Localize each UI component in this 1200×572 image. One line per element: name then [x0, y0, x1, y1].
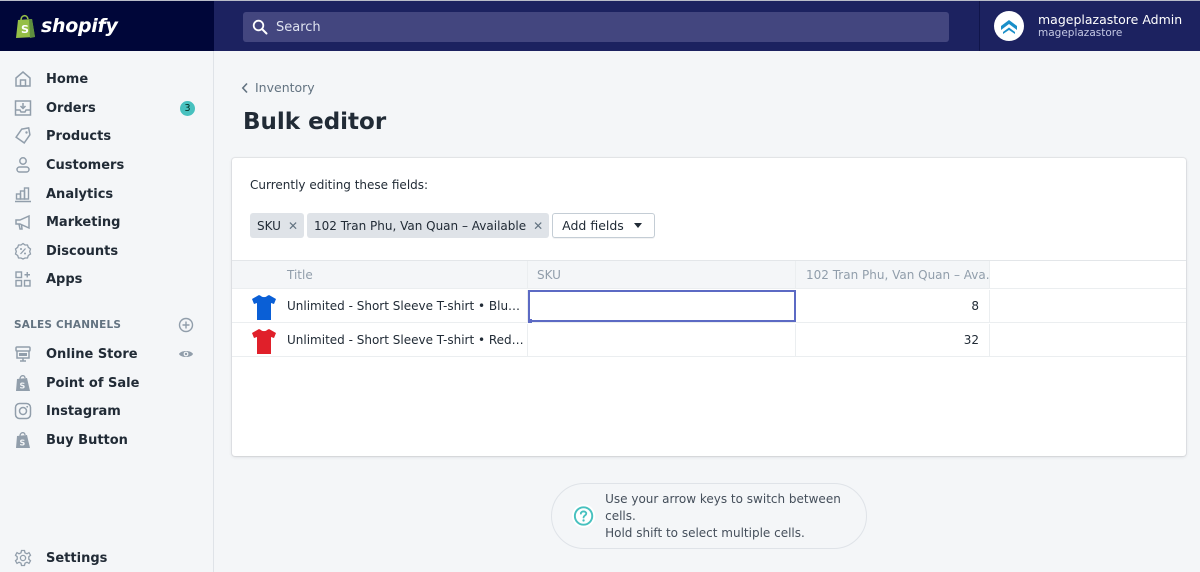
- table-row: Unlimited - Short Sleeve T-shirt • Red •…: [232, 324, 1186, 357]
- available-cell[interactable]: 32: [796, 324, 990, 356]
- breadcrumb-label: Inventory: [255, 80, 315, 95]
- field-tag-label: 102 Tran Phu, Van Quan – Available: [314, 218, 527, 233]
- sidebar-item-label: Apps: [46, 271, 83, 287]
- sales-channels-heading: SALES CHANNELS: [14, 319, 122, 331]
- discount-icon: [13, 241, 33, 261]
- sidebar-item-label: Discounts: [46, 243, 119, 259]
- selection-fill-handle[interactable]: [528, 319, 532, 323]
- svg-text:S: S: [21, 23, 29, 36]
- mageplaza-logo-icon: [1001, 20, 1017, 34]
- sidebar-item-label: Orders: [46, 100, 96, 116]
- shopify-bag-icon: S: [13, 430, 33, 450]
- field-tag-location-available: 102 Tran Phu, Van Quan – Available ✕: [307, 213, 550, 238]
- store-name: mageplazastore: [1038, 27, 1123, 39]
- user-menu[interactable]: mageplazastore Admin mageplazastore: [979, 1, 1200, 51]
- sidebar-item-label: Instagram: [46, 403, 121, 419]
- sidebar-item-point-of-sale[interactable]: S Point of Sale: [0, 369, 213, 397]
- shopify-bag-icon: S: [16, 14, 35, 38]
- sidebar-item-label: Home: [46, 71, 89, 87]
- sidebar-item-customers[interactable]: Customers: [0, 151, 213, 179]
- field-tags: SKU ✕ 102 Tran Phu, Van Quan – Available…: [250, 213, 655, 238]
- bulk-editor-card: Currently editing these fields: SKU ✕ 10…: [232, 158, 1186, 456]
- apps-icon: [13, 269, 33, 289]
- sidebar-item-analytics[interactable]: Analytics: [0, 180, 213, 208]
- sidebar-item-buy-button[interactable]: S Buy Button: [0, 426, 213, 454]
- orders-count-badge: 3: [180, 100, 195, 116]
- chevron-left-icon: [241, 82, 248, 93]
- sidebar-item-discounts[interactable]: Discounts: [0, 237, 213, 265]
- sidebar-item-settings[interactable]: Settings: [0, 544, 213, 572]
- question-circle-icon: [571, 504, 596, 528]
- sidebar-item-label: Point of Sale: [46, 375, 140, 391]
- sidebar-item-label: Marketing: [46, 214, 121, 230]
- page-title: Bulk editor: [243, 109, 387, 135]
- sidebar-item-home[interactable]: Home: [0, 65, 213, 93]
- add-fields-button[interactable]: Add fields: [552, 213, 655, 238]
- sidebar: Home Orders 3 Products Customers Analyti…: [0, 51, 214, 572]
- available-cell[interactable]: 8: [796, 290, 990, 322]
- hint-line-2: Hold shift to select multiple cells.: [605, 525, 805, 540]
- view-online-store-eye-icon[interactable]: [178, 346, 194, 362]
- orders-icon: [13, 98, 33, 118]
- sidebar-item-label: Online Store: [46, 346, 138, 362]
- remove-tag-close-icon[interactable]: ✕: [533, 219, 543, 233]
- editing-fields-label: Currently editing these fields:: [250, 178, 429, 192]
- sidebar-item-label: Analytics: [46, 186, 114, 202]
- sidebar-item-marketing[interactable]: Marketing: [0, 208, 213, 236]
- grid-header-row: Title SKU 102 Tran Phu, Van Quan – Ava..…: [232, 260, 1186, 289]
- home-icon: [13, 69, 33, 89]
- title-cell[interactable]: Unlimited - Short Sleeve T-shirt • Red •…: [232, 324, 528, 356]
- field-tag-label: SKU: [257, 218, 281, 233]
- person-icon: [13, 155, 33, 175]
- shopify-logo[interactable]: S shopify: [0, 1, 214, 51]
- top-bar: S shopify mageplazastore Admin mageplaza…: [0, 0, 1200, 51]
- sidebar-item-label: Customers: [46, 157, 125, 173]
- avatar: [994, 11, 1024, 41]
- field-tag-sku: SKU ✕: [250, 213, 305, 238]
- sku-cell[interactable]: [528, 324, 796, 356]
- empty-cell: [990, 324, 1186, 356]
- column-header-title[interactable]: Title: [232, 261, 528, 288]
- caret-down-icon: [633, 223, 642, 228]
- sidebar-item-apps[interactable]: Apps: [0, 265, 213, 293]
- svg-text:S: S: [20, 382, 26, 391]
- sidebar-item-label: Settings: [46, 550, 108, 566]
- shopify-bag-icon: S: [13, 373, 33, 393]
- sidebar-item-orders[interactable]: Orders 3: [0, 94, 213, 122]
- column-header-available[interactable]: 102 Tran Phu, Van Quan – Ava...: [796, 261, 990, 288]
- bar-chart-icon: [13, 184, 33, 204]
- megaphone-icon: [13, 212, 33, 232]
- breadcrumb-inventory[interactable]: Inventory: [241, 80, 315, 95]
- user-name: mageplazastore Admin: [1038, 12, 1183, 27]
- column-header-sku[interactable]: SKU: [528, 261, 796, 288]
- product-title: Unlimited - Short Sleeve T-shirt • Blue …: [287, 299, 527, 313]
- empty-column: [990, 261, 1186, 288]
- sku-cell-selected[interactable]: [528, 290, 796, 322]
- empty-cell: [990, 290, 1186, 322]
- product-title: Unlimited - Short Sleeve T-shirt • Red •…: [287, 333, 527, 347]
- keyboard-hint: Use your arrow keys to switch between ce…: [551, 483, 867, 549]
- gear-icon: [13, 548, 33, 568]
- add-sales-channel-icon[interactable]: [178, 317, 194, 333]
- sidebar-item-products[interactable]: Products: [0, 122, 213, 150]
- sidebar-item-label: Products: [46, 128, 112, 144]
- sidebar-item-instagram[interactable]: Instagram: [0, 397, 213, 425]
- tshirt-thumbnail-blue: [250, 292, 278, 321]
- remove-tag-close-icon[interactable]: ✕: [288, 219, 298, 233]
- tshirt-thumbnail-red: [250, 326, 278, 355]
- add-fields-label: Add fields: [562, 218, 624, 233]
- search-icon: [252, 19, 268, 35]
- hint-line-1: Use your arrow keys to switch between ce…: [605, 491, 841, 523]
- sidebar-item-label: Buy Button: [46, 432, 128, 448]
- title-cell[interactable]: Unlimited - Short Sleeve T-shirt • Blue …: [232, 290, 528, 322]
- svg-text:S: S: [20, 439, 26, 448]
- table-row: Unlimited - Short Sleeve T-shirt • Blue …: [232, 290, 1186, 323]
- search-bar[interactable]: [243, 12, 949, 42]
- store-icon: [13, 344, 33, 364]
- search-input[interactable]: [276, 19, 926, 35]
- instagram-icon: [13, 401, 33, 421]
- tag-icon: [13, 126, 33, 146]
- brand-name: shopify: [41, 15, 118, 37]
